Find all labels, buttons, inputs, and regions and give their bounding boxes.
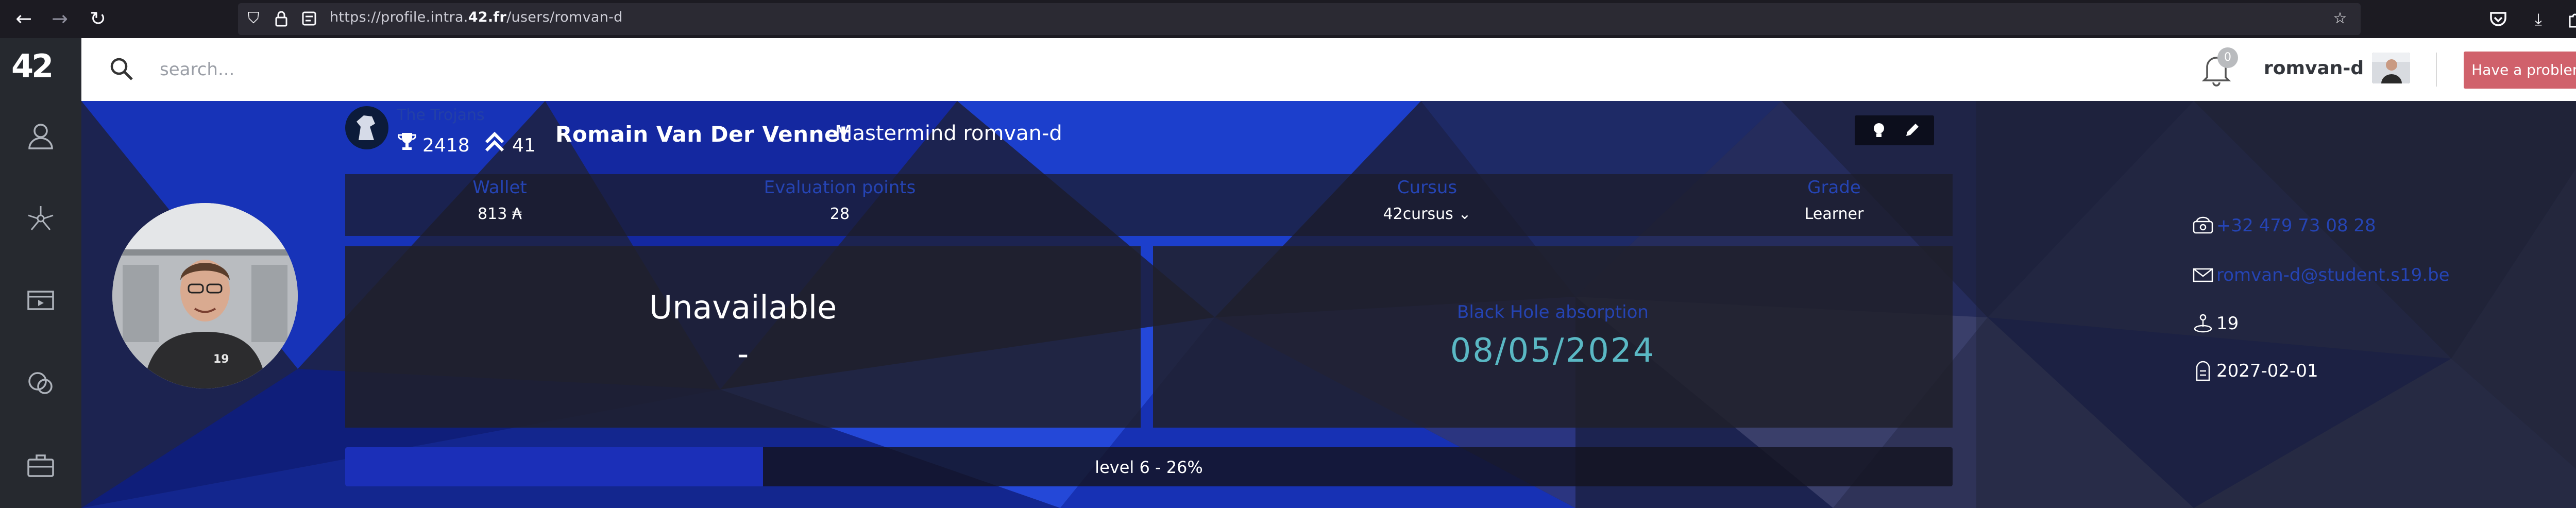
bookmark-star-icon[interactable]: ☆ (2330, 8, 2350, 29)
email-link[interactable]: romvan-d@student.s19.be (2216, 265, 2450, 285)
downloads-icon[interactable]: ⤓ (2527, 7, 2550, 31)
blackhole-date: 08/05/2024 (1450, 332, 1656, 370)
coalition-rank: 41 (512, 135, 536, 156)
info-panel (1976, 101, 2576, 508)
cursus-select[interactable]: 42cursus ⌄ (1350, 205, 1504, 223)
blackhole-label: Black Hole absorption (1457, 302, 1649, 323)
forward-icon[interactable]: → (46, 5, 73, 32)
extensions-icon[interactable] (2565, 7, 2576, 31)
elearning-icon[interactable] (25, 285, 56, 316)
stat-label: Wallet (472, 177, 527, 198)
notification-badge: 0 (2217, 47, 2238, 68)
campus: 19 (2216, 313, 2239, 334)
url-text[interactable]: https://profile.intra.42.fr/users/romvan… (330, 9, 623, 25)
logo-42[interactable]: 42 (11, 47, 54, 85)
url-prefix: https://profile.intra. (330, 9, 468, 25)
address-bar[interactable]: ⛉ https://profile.intra.42.fr/users/romv… (238, 3, 2361, 35)
username[interactable]: romvan-d (2264, 58, 2364, 79)
level-text: level 6 - 26% (1095, 458, 1203, 477)
availability-location: - (737, 335, 749, 372)
availability-status: Unavailable (649, 289, 837, 326)
stat-evaluation-points: Evaluation points 28 (737, 177, 943, 223)
pool-date: 2027-02-01 (2216, 361, 2318, 381)
sidebar: 42 (0, 38, 81, 508)
pool-icon (2196, 361, 2210, 381)
phone-icon (2193, 216, 2213, 234)
profile-banner: The Trojans 2418 41 Romain Van Der Venne… (81, 101, 2576, 508)
stat-cursus[interactable]: Cursus 42cursus ⌄ (1350, 177, 1504, 223)
have-a-problem-button[interactable]: Have a problem? (2464, 52, 2576, 89)
stat-label: Grade (1807, 177, 1861, 198)
edit-pencil-icon[interactable] (1903, 122, 1921, 139)
blackhole-card: Black Hole absorption 08/05/2024 (1153, 246, 1953, 428)
location-card: Unavailable - (345, 246, 1141, 428)
stat-grade: Grade Learner (1757, 177, 1911, 223)
page-info-icon[interactable] (299, 8, 319, 29)
url-domain: 42.fr (468, 9, 507, 25)
forum-icon[interactable] (25, 368, 56, 399)
trophy-icon (398, 133, 416, 150)
shield-icon[interactable]: ⛉ (243, 8, 264, 29)
url-path: /users/romvan-d (506, 9, 623, 25)
phone-number[interactable]: +32 479 73 08 28 (2216, 215, 2376, 236)
coalition-score: 2418 (422, 135, 470, 156)
stat-value: 813 ₳ (478, 205, 522, 223)
coalition-name[interactable]: The Trojans (397, 106, 485, 124)
svg-text:19: 19 (213, 353, 229, 366)
profile-icon[interactable] (25, 121, 56, 151)
email-icon (2193, 268, 2213, 282)
campus-icon (2194, 314, 2212, 333)
search-input[interactable] (159, 54, 521, 86)
pocket-icon[interactable] (2486, 7, 2510, 31)
stat-value: 28 (829, 205, 850, 223)
stat-wallet: Wallet 813 ₳ (422, 177, 577, 223)
avatar[interactable] (2372, 53, 2410, 83)
rank-chevron-icon (485, 131, 504, 152)
bulb-icon[interactable] (1870, 122, 1888, 139)
profile-avatar[interactable]: 19 (112, 203, 298, 388)
user-title[interactable]: Mastermind romvan-d (835, 122, 1062, 145)
browser-toolbar: ← → ↻ ⛉ https://profile.intra.42.fr/user… (0, 0, 2576, 38)
profile-actions (1855, 115, 1934, 145)
stat-label: Evaluation points (764, 177, 916, 198)
back-icon[interactable]: ← (10, 5, 37, 32)
coalition-logo[interactable] (345, 106, 388, 149)
stat-label: Cursus (1397, 177, 1458, 198)
top-navbar: 0 romvan-d Have a problem? (81, 38, 2576, 101)
full-name: Romain Van Der Vennet (555, 122, 850, 147)
reload-icon[interactable]: ↻ (84, 5, 111, 32)
network-icon[interactable] (25, 203, 56, 234)
stats-row: Wallet 813 ₳ Evaluation points 28 Cursus… (345, 174, 1953, 236)
search-icon[interactable] (108, 56, 135, 82)
companies-icon[interactable] (25, 450, 56, 481)
level-bar: level 6 - 26% (345, 447, 1953, 486)
stat-value: Learner (1804, 205, 1864, 223)
lock-icon[interactable] (271, 8, 292, 29)
divider (2436, 53, 2437, 87)
